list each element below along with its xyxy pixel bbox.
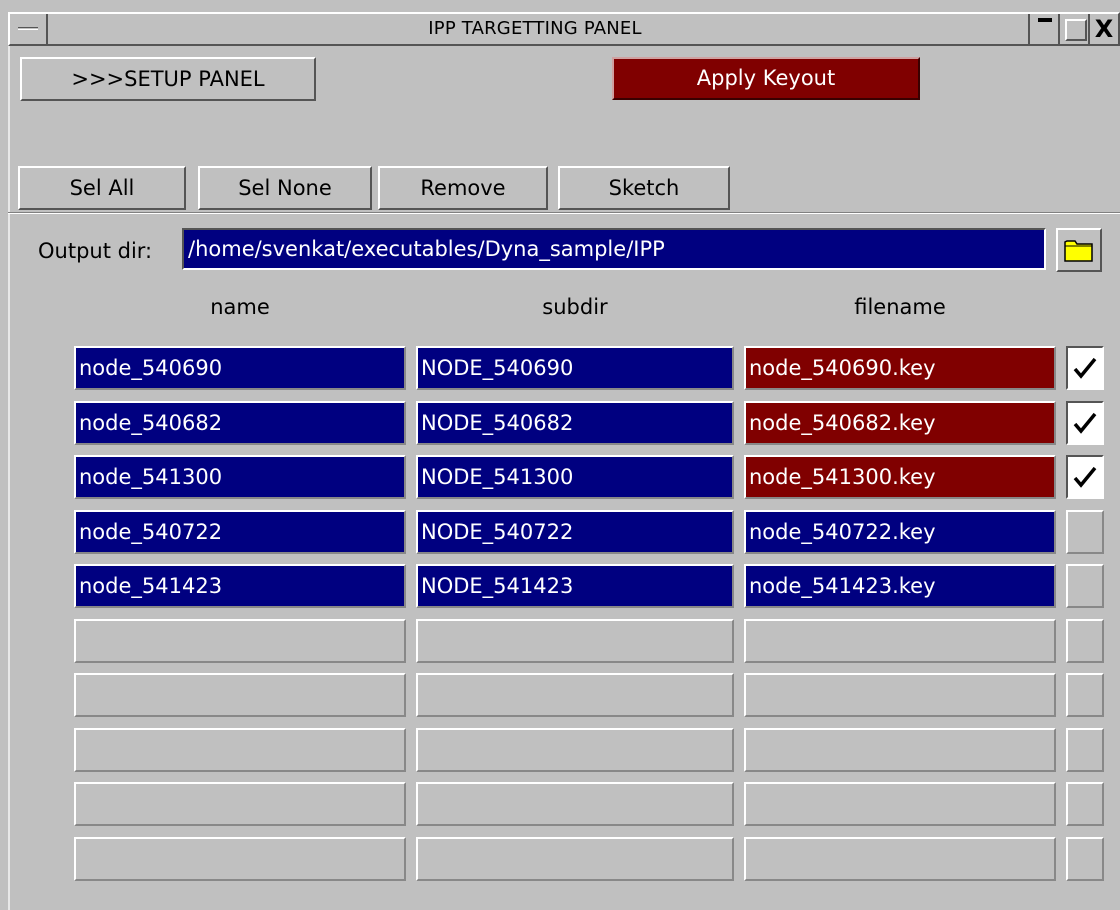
row-checkbox[interactable] xyxy=(1066,837,1104,881)
subdir-cell[interactable]: NODE_540690 xyxy=(416,346,734,390)
filename-cell[interactable] xyxy=(744,782,1056,826)
name-cell[interactable] xyxy=(74,782,406,826)
sel-all-button[interactable]: Sel All xyxy=(18,166,186,210)
row-checkbox[interactable] xyxy=(1066,510,1104,554)
folder-icon xyxy=(1064,240,1093,262)
ipp-targetting-window: IPP TARGETTING PANEL X >>>SETUP PANEL Ap… xyxy=(0,0,1120,910)
subdir-cell[interactable]: NODE_540682 xyxy=(416,401,734,445)
minimize-icon[interactable] xyxy=(1028,14,1058,44)
sel-none-label: Sel None xyxy=(238,176,332,200)
subdir-cell[interactable] xyxy=(416,782,734,826)
subdir-cell[interactable] xyxy=(416,619,734,663)
remove-label: Remove xyxy=(420,176,506,200)
name-cell[interactable]: node_540682 xyxy=(74,401,406,445)
maximize-icon[interactable] xyxy=(1058,14,1088,44)
name-cell[interactable] xyxy=(74,673,406,717)
apply-keyout-button[interactable]: Apply Keyout xyxy=(612,57,920,100)
checkmark-icon xyxy=(1073,357,1097,379)
filename-cell[interactable] xyxy=(744,837,1056,881)
sel-none-button[interactable]: Sel None xyxy=(198,166,372,210)
subdir-cell[interactable] xyxy=(416,837,734,881)
row-checkbox[interactable] xyxy=(1066,619,1104,663)
filename-cell[interactable]: node_540690.key xyxy=(744,346,1056,390)
row-checkbox[interactable] xyxy=(1066,564,1104,608)
subdir-cell[interactable] xyxy=(416,673,734,717)
name-cell[interactable] xyxy=(74,619,406,663)
system-menu-icon[interactable] xyxy=(10,14,48,44)
folder-browse-button[interactable] xyxy=(1056,228,1102,272)
filename-cell[interactable] xyxy=(744,673,1056,717)
name-cell[interactable] xyxy=(74,728,406,772)
row-checkbox[interactable] xyxy=(1066,673,1104,717)
filename-cell[interactable]: node_540682.key xyxy=(744,401,1056,445)
sketch-button[interactable]: Sketch xyxy=(558,166,730,210)
close-icon[interactable]: X xyxy=(1088,14,1118,44)
row-checkbox[interactable] xyxy=(1066,782,1104,826)
sel-all-label: Sel All xyxy=(69,176,135,200)
filename-cell[interactable]: node_541300.key xyxy=(744,455,1056,499)
setup-panel-button[interactable]: >>>SETUP PANEL xyxy=(20,57,316,101)
apply-keyout-label: Apply Keyout xyxy=(696,66,836,90)
setup-panel-label: >>>SETUP PANEL xyxy=(71,67,265,91)
column-header-name: name xyxy=(210,295,270,319)
checkmark-icon xyxy=(1073,412,1097,434)
row-checkbox[interactable] xyxy=(1066,728,1104,772)
name-cell[interactable]: node_540690 xyxy=(74,346,406,390)
output-dir-label: Output dir: xyxy=(38,239,153,263)
filename-cell[interactable]: node_540722.key xyxy=(744,510,1056,554)
name-cell[interactable]: node_541300 xyxy=(74,455,406,499)
name-cell[interactable]: node_540722 xyxy=(74,510,406,554)
section-divider xyxy=(8,212,1120,214)
name-cell[interactable] xyxy=(74,837,406,881)
output-dir-field[interactable]: /home/svenkat/executables/Dyna_sample/IP… xyxy=(182,228,1046,270)
remove-button[interactable]: Remove xyxy=(378,166,548,210)
name-cell[interactable]: node_541423 xyxy=(74,564,406,608)
sketch-label: Sketch xyxy=(608,176,680,200)
subdir-cell[interactable]: NODE_540722 xyxy=(416,510,734,554)
filename-cell[interactable] xyxy=(744,619,1056,663)
row-checkbox[interactable] xyxy=(1066,346,1104,390)
filename-cell[interactable]: node_541423.key xyxy=(744,564,1056,608)
row-checkbox[interactable] xyxy=(1066,401,1104,445)
window-border xyxy=(8,46,10,910)
subdir-cell[interactable] xyxy=(416,728,734,772)
column-header-subdir: subdir xyxy=(542,295,608,319)
subdir-cell[interactable]: NODE_541300 xyxy=(416,455,734,499)
row-checkbox[interactable] xyxy=(1066,455,1104,499)
filename-cell[interactable] xyxy=(744,728,1056,772)
title-bar[interactable]: IPP TARGETTING PANEL X xyxy=(8,12,1120,46)
subdir-cell[interactable]: NODE_541423 xyxy=(416,564,734,608)
checkmark-icon xyxy=(1073,466,1097,488)
window-title: IPP TARGETTING PANEL xyxy=(428,18,642,39)
column-header-filename: filename xyxy=(854,295,946,319)
